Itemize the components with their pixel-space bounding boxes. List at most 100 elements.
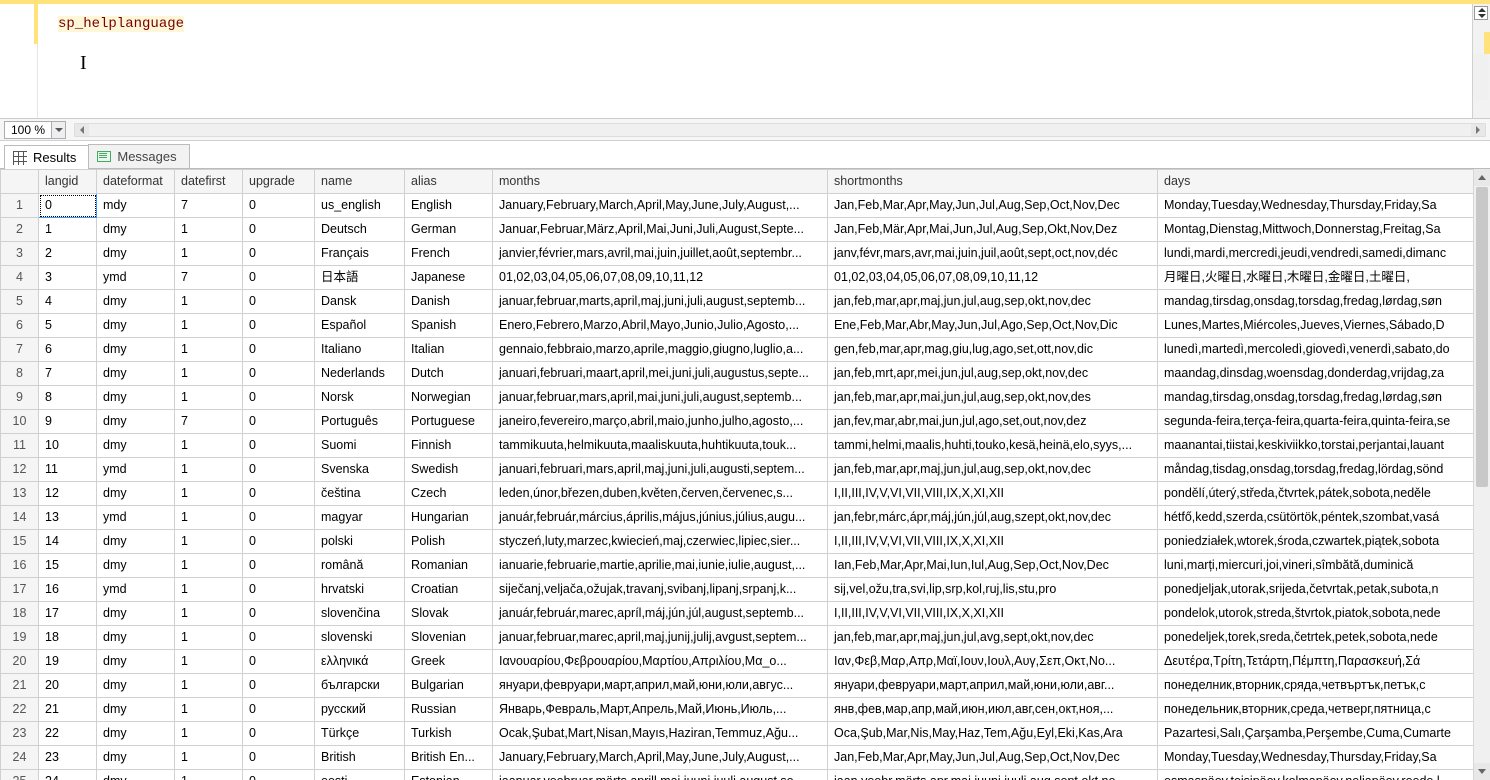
cell-datefirst[interactable]: 1 (175, 386, 243, 410)
table-row[interactable]: 98dmy10NorskNorwegianjanuar,februar,mars… (1, 386, 1474, 410)
cell-name[interactable]: Italiano (315, 338, 405, 362)
cell-langid[interactable]: 24 (39, 770, 97, 780)
cell-shortmonths[interactable]: tammi,helmi,maalis,huhti,touko,kesä,hein… (828, 434, 1158, 458)
cell-shortmonths[interactable]: 01,02,03,04,05,06,07,08,09,10,11,12 (828, 266, 1158, 290)
cell-upgrade[interactable]: 0 (243, 530, 315, 554)
cell-alias[interactable]: Turkish (405, 722, 493, 746)
cell-months[interactable]: janvier,février,mars,avril,mai,juin,juil… (493, 242, 828, 266)
cell-shortmonths[interactable]: I,II,III,IV,V,VI,VII,VIII,IX,X,XI,XII (828, 482, 1158, 506)
cell-shortmonths[interactable]: януари,февруари,март,април,май,юни,юли,а… (828, 674, 1158, 698)
cell-days[interactable]: maanantai,tiistai,keskiviikko,torstai,pe… (1158, 434, 1474, 458)
cell-upgrade[interactable]: 0 (243, 386, 315, 410)
cell-months[interactable]: januar,februar,marec,april,maj,junij,jul… (493, 626, 828, 650)
row-header[interactable]: 2 (1, 218, 39, 242)
col-header[interactable]: alias (405, 170, 493, 194)
col-header[interactable]: langid (39, 170, 97, 194)
cell-dateformat[interactable]: dmy (97, 746, 175, 770)
cell-datefirst[interactable]: 1 (175, 530, 243, 554)
cell-langid[interactable]: 6 (39, 338, 97, 362)
cell-alias[interactable]: Swedish (405, 458, 493, 482)
cell-months[interactable]: Ocak,Şubat,Mart,Nisan,Mayıs,Haziran,Temm… (493, 722, 828, 746)
cell-dateformat[interactable]: dmy (97, 674, 175, 698)
cell-alias[interactable]: Slovak (405, 602, 493, 626)
cell-alias[interactable]: Danish (405, 290, 493, 314)
cell-days[interactable]: hétfő,kedd,szerda,csütörtök,péntek,szomb… (1158, 506, 1474, 530)
cell-days[interactable]: ponedjeljak,utorak,srijeda,četvrtak,peta… (1158, 578, 1474, 602)
cell-datefirst[interactable]: 1 (175, 290, 243, 314)
cell-months[interactable]: januari,februari,mars,april,maj,juni,jul… (493, 458, 828, 482)
cell-dateformat[interactable]: dmy (97, 362, 175, 386)
row-header[interactable]: 9 (1, 386, 39, 410)
cell-shortmonths[interactable]: jan,feb,mar,apr,maj,jun,jul,aug,sep,okt,… (828, 458, 1158, 482)
cell-langid[interactable]: 5 (39, 314, 97, 338)
cell-days[interactable]: Montag,Dienstag,Mittwoch,Donnerstag,Frei… (1158, 218, 1474, 242)
cell-alias[interactable]: Croatian (405, 578, 493, 602)
table-row[interactable]: 2221dmy10русскийRussianЯнварь,Февраль,Ма… (1, 698, 1474, 722)
cell-upgrade[interactable]: 0 (243, 626, 315, 650)
cell-days[interactable]: maandag,dinsdag,woensdag,donderdag,vrijd… (1158, 362, 1474, 386)
cell-alias[interactable]: Czech (405, 482, 493, 506)
tab-results[interactable]: Results (4, 145, 89, 169)
cell-langid[interactable]: 8 (39, 386, 97, 410)
cell-shortmonths[interactable]: янв,фев,мар,апр,май,июн,июл,авг,сен,окт,… (828, 698, 1158, 722)
row-header[interactable]: 12 (1, 458, 39, 482)
cell-name[interactable]: Svenska (315, 458, 405, 482)
cell-datefirst[interactable]: 1 (175, 650, 243, 674)
cell-upgrade[interactable]: 0 (243, 578, 315, 602)
cell-datefirst[interactable]: 1 (175, 602, 243, 626)
cell-alias[interactable]: Italian (405, 338, 493, 362)
table-row[interactable]: 76dmy10ItalianoItaliangennaio,febbraio,m… (1, 338, 1474, 362)
cell-dateformat[interactable]: ymd (97, 506, 175, 530)
cell-days[interactable]: понеделник,вторник,сряда,четвъртък,петък… (1158, 674, 1474, 698)
table-row[interactable]: 1514dmy10polskiPolishstyczeń,luty,marzec… (1, 530, 1474, 554)
cell-name[interactable]: русский (315, 698, 405, 722)
cell-alias[interactable]: Slovenian (405, 626, 493, 650)
cell-upgrade[interactable]: 0 (243, 458, 315, 482)
cell-shortmonths[interactable]: Ian,Feb,Mar,Apr,Mai,Iun,Iul,Aug,Sep,Oct,… (828, 554, 1158, 578)
cell-langid[interactable]: 4 (39, 290, 97, 314)
cell-name[interactable]: Suomi (315, 434, 405, 458)
table-row[interactable]: 1817dmy10slovenčinaSlovakjanuár,február,… (1, 602, 1474, 626)
scroll-right-icon[interactable] (1471, 124, 1485, 136)
cell-months[interactable]: January,February,March,April,May,June,Ju… (493, 746, 828, 770)
cell-name[interactable]: Deutsch (315, 218, 405, 242)
sql-editor-pane[interactable]: sp_helplanguage I (0, 4, 1490, 119)
cell-upgrade[interactable]: 0 (243, 746, 315, 770)
cell-days[interactable]: Pazartesi,Salı,Çarşamba,Perşembe,Cuma,Cu… (1158, 722, 1474, 746)
cell-upgrade[interactable]: 0 (243, 482, 315, 506)
cell-langid[interactable]: 7 (39, 362, 97, 386)
cell-alias[interactable]: Finnish (405, 434, 493, 458)
row-header[interactable]: 10 (1, 410, 39, 434)
cell-alias[interactable]: English (405, 194, 493, 218)
table-row[interactable]: 1413ymd10magyarHungarianjanuár,február,m… (1, 506, 1474, 530)
cell-name[interactable]: us_english (315, 194, 405, 218)
cell-months[interactable]: janeiro,fevereiro,março,abril,maio,junho… (493, 410, 828, 434)
cell-dateformat[interactable]: dmy (97, 338, 175, 362)
cell-dateformat[interactable]: ymd (97, 458, 175, 482)
chevron-down-icon[interactable] (51, 122, 65, 138)
cell-shortmonths[interactable]: jan,feb,mar,apr,maj,jun,jul,avg,sept,okt… (828, 626, 1158, 650)
cell-shortmonths[interactable]: jaan,veebr,märts,apr,mai,juuni,juuli,aug… (828, 770, 1158, 780)
table-row[interactable]: 2423dmy10BritishBritish En...January,Feb… (1, 746, 1474, 770)
cell-months[interactable]: styczeń,luty,marzec,kwiecień,maj,czerwie… (493, 530, 828, 554)
col-header[interactable]: months (493, 170, 828, 194)
cell-days[interactable]: Monday,Tuesday,Wednesday,Thursday,Friday… (1158, 746, 1474, 770)
cell-alias[interactable]: Hungarian (405, 506, 493, 530)
cell-name[interactable]: magyar (315, 506, 405, 530)
cell-dateformat[interactable]: dmy (97, 602, 175, 626)
cell-days[interactable]: ponedeljek,torek,sreda,četrtek,petek,sob… (1158, 626, 1474, 650)
cell-langid[interactable]: 9 (39, 410, 97, 434)
cell-datefirst[interactable]: 1 (175, 626, 243, 650)
table-row[interactable]: 109dmy70PortuguêsPortuguesejaneiro,fever… (1, 410, 1474, 434)
cell-shortmonths[interactable]: jan,feb,mar,apr,mai,jun,jul,aug,sep,okt,… (828, 386, 1158, 410)
cell-langid[interactable]: 3 (39, 266, 97, 290)
cell-dateformat[interactable]: dmy (97, 314, 175, 338)
cell-days[interactable]: lundi,mardi,mercredi,jeudi,vendredi,same… (1158, 242, 1474, 266)
cell-upgrade[interactable]: 0 (243, 650, 315, 674)
cell-langid[interactable]: 10 (39, 434, 97, 458)
split-editor-button[interactable] (1474, 6, 1488, 20)
row-header[interactable]: 6 (1, 314, 39, 338)
cell-days[interactable]: poniedziałek,wtorek,środa,czwartek,piąte… (1158, 530, 1474, 554)
cell-months[interactable]: Ιανουαρίου,Φεβρουαρίου,Μαρτίου,Απριλίου,… (493, 650, 828, 674)
cell-name[interactable]: Español (315, 314, 405, 338)
